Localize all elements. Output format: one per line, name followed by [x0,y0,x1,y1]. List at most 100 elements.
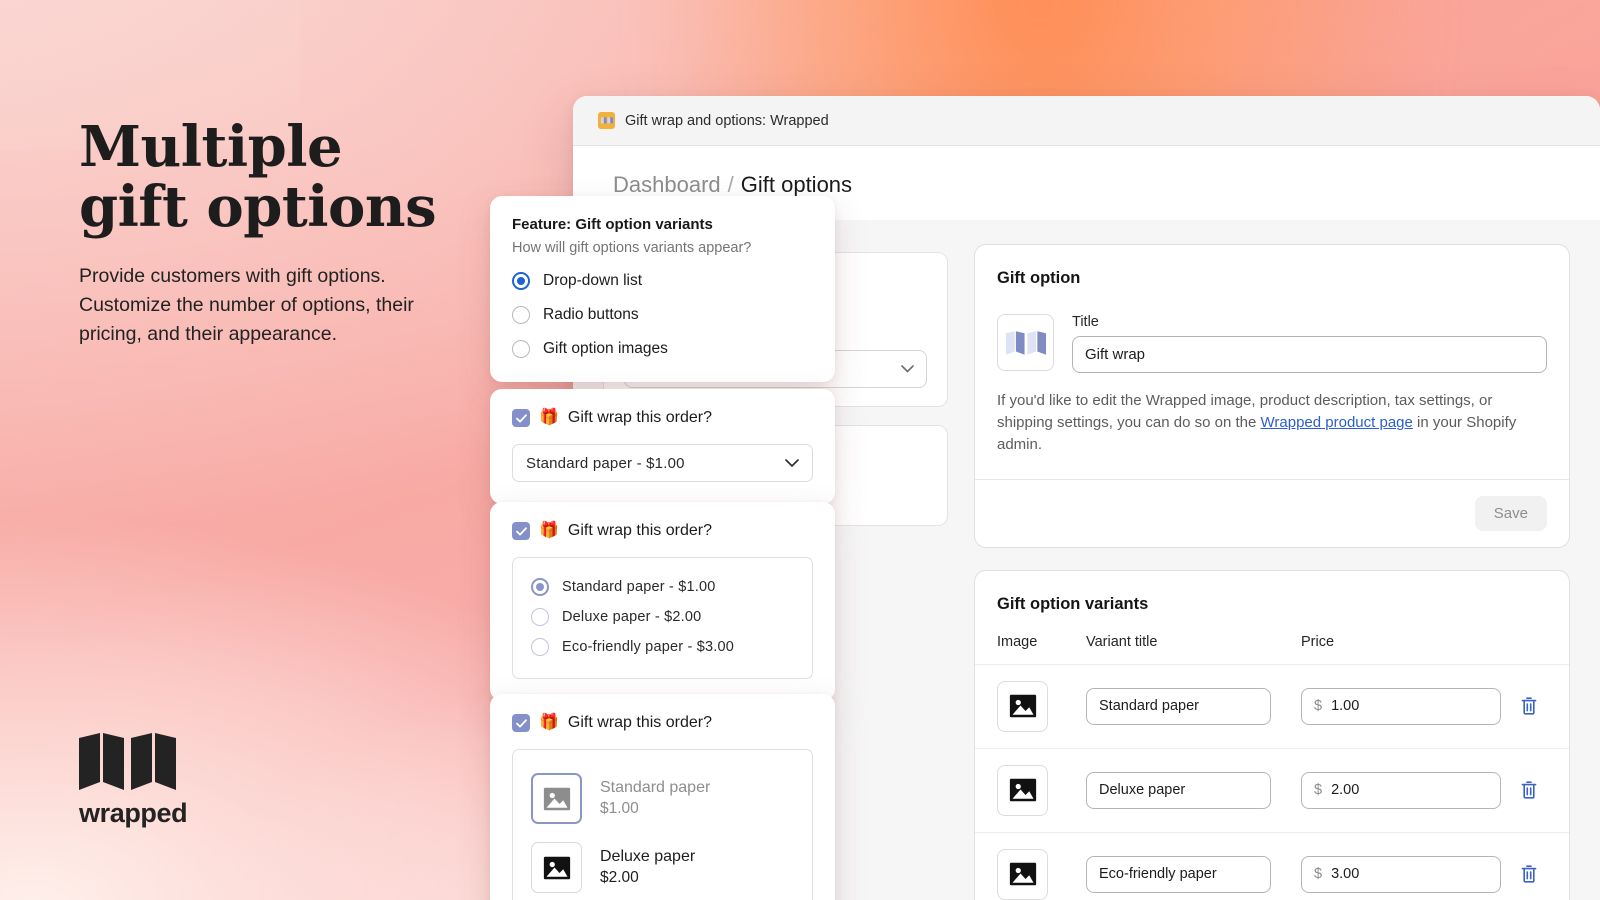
gift-wrap-checkbox-row[interactable]: 🎁 Gift wrap this order? [512,714,813,732]
feature-option-label: Radio buttons [543,306,639,323]
gift-wrap-checkbox-label: Gift wrap this order? [567,409,712,426]
column-header-price: Price [1301,633,1335,650]
trash-icon [1521,781,1537,799]
variant-image-swatch[interactable] [531,773,582,824]
save-button[interactable]: Save [1474,495,1547,531]
gift-emoji-icon: 🎁 [539,714,559,731]
table-row: $2.00 [975,747,1569,832]
radio-selected-icon[interactable] [531,578,549,596]
feature-option-row[interactable]: Radio buttons [512,306,813,324]
variant-image-text: Standard paper $1.00 [600,778,710,818]
wrapped-favicon-icon [598,112,615,129]
breadcrumb-current: Gift options [740,172,853,197]
breadcrumb-separator: / [727,172,734,197]
wrapped-chevron-logo-icon [79,733,187,790]
variant-image-name: Standard paper [600,779,711,797]
gift-option-card: Gift option Title Gift wrap If you'd lik… [974,244,1570,548]
feature-popover: Feature: Gift option variants How will g… [490,196,835,382]
variant-price-value: 2.00 [1331,782,1360,799]
variant-price-input[interactable]: $3.00 [1301,855,1501,893]
currency-symbol: $ [1314,782,1323,799]
gift-variant-image-group: Standard paper $1.00 Deluxe paper $2.00 [512,749,813,900]
variant-image-row[interactable]: Standard paper $1.00 [531,764,794,833]
currency-symbol: $ [1314,866,1323,883]
variant-radio-label: Standard paper - $1.00 [562,579,716,595]
right-column: Gift option Title Gift wrap If you'd lik… [974,244,1570,900]
radio-unselected-icon[interactable] [512,306,530,324]
delete-variant-button[interactable] [1517,693,1541,719]
currency-symbol: $ [1314,698,1323,715]
preview-radio-card: 🎁 Gift wrap this order? Standard paper -… [490,502,835,701]
gift-variant-select[interactable]: Standard paper - $1.00 [512,444,813,482]
gift-wrap-checkbox-label: Gift wrap this order? [567,714,712,731]
variant-image-thumbnail[interactable] [997,680,1048,732]
gift-variant-radio-group: Standard paper - $1.00 Deluxe paper - $2.… [512,557,813,679]
variant-radio-row[interactable]: Eco-friendly paper - $3.00 [531,632,794,662]
feature-option-row[interactable]: Gift option images [512,340,813,358]
feature-option-label: Gift option images [543,340,668,357]
variant-title-input[interactable] [1086,771,1271,809]
delete-variant-button[interactable] [1517,861,1541,887]
browser-tab-strip: Gift wrap and options: Wrapped [573,96,1600,146]
variant-title-input[interactable] [1086,855,1271,893]
checkmark-icon [515,413,527,422]
gift-wrap-checkbox[interactable] [512,522,530,540]
gift-wrap-checkbox-row[interactable]: 🎁 Gift wrap this order? [512,522,813,540]
radio-unselected-icon[interactable] [531,608,549,626]
gift-option-variants-card: Gift option variants Image Variant title… [974,569,1570,900]
gift-option-card-footer: Save [975,478,1569,547]
column-header-image: Image [997,633,1038,650]
chevron-down-icon [785,458,799,467]
variant-price-input[interactable]: $2.00 [1301,771,1501,809]
delete-variant-button[interactable] [1517,777,1541,803]
variant-image-name: Deluxe paper [600,848,696,866]
table-row: $3.00 [975,831,1569,900]
feature-popover-title: Feature: Gift option variants [512,216,713,233]
preview-dropdown-card: 🎁 Gift wrap this order? Standard paper -… [490,389,835,504]
image-placeholder-icon [1009,694,1036,718]
image-placeholder-icon [543,856,570,879]
variants-table-header: Image Variant title Price [975,614,1569,664]
gift-emoji-icon: 🎁 [539,409,559,426]
chevron-down-icon [901,365,914,373]
breadcrumb: Dashboard / Gift options [573,146,1600,198]
gift-option-helper-text: If you'd like to edit the Wrapped image,… [997,390,1547,457]
variant-image-thumbnail[interactable] [997,848,1048,900]
feature-popover-subtitle: How will gift options variants appear? [512,240,752,256]
radio-selected-icon[interactable] [512,272,530,290]
gift-variant-select-value: Standard paper - $1.00 [526,454,685,472]
radio-unselected-icon[interactable] [512,340,530,358]
preview-images-card: 🎁 Gift wrap this order? Standard paper $1… [490,694,835,900]
table-row: $1.00 [975,663,1569,748]
checkmark-icon [515,526,527,535]
image-placeholder-icon [1009,862,1036,886]
feature-option-row[interactable]: Drop-down list [512,272,813,290]
variant-price-input[interactable]: $1.00 [1301,687,1501,725]
gift-emoji-icon: 🎁 [539,522,559,539]
variant-radio-row[interactable]: Standard paper - $1.00 [531,572,794,602]
gift-wrap-checkbox[interactable] [512,714,530,732]
radio-unselected-icon[interactable] [531,638,549,656]
variant-image-swatch[interactable] [531,842,582,893]
title-input[interactable] [1072,336,1547,373]
wrapped-product-page-link[interactable]: Wrapped product page [1261,414,1413,431]
variant-image-row[interactable]: Deluxe paper $2.00 [531,833,794,900]
checkmark-icon [515,718,527,727]
variant-title-input[interactable] [1086,687,1271,725]
hero-subcopy: Provide customers with gift options. Cus… [79,264,414,345]
browser-tab-title[interactable]: Gift wrap and options: Wrapped [625,113,829,129]
title-field-label: Title [1072,314,1099,330]
trash-icon [1521,865,1537,883]
image-placeholder-icon [1009,778,1036,802]
variants-card-title: Gift option variants [997,594,1149,613]
variant-radio-row[interactable]: Deluxe paper - $2.00 [531,602,794,632]
breadcrumb-dashboard-link[interactable]: Dashboard [613,172,721,198]
wrapped-logo-thumbnail-icon[interactable] [997,314,1054,371]
variant-image-text: Deluxe paper $2.00 [600,847,695,887]
gift-wrap-checkbox[interactable] [512,409,530,427]
variant-image-thumbnail[interactable] [997,764,1048,816]
image-placeholder-icon [543,787,570,810]
hero-copy: Multiple gift options Provide customers … [79,117,509,348]
variant-image-price: $2.00 [600,868,639,886]
gift-wrap-checkbox-row[interactable]: 🎁 Gift wrap this order? [512,409,813,427]
